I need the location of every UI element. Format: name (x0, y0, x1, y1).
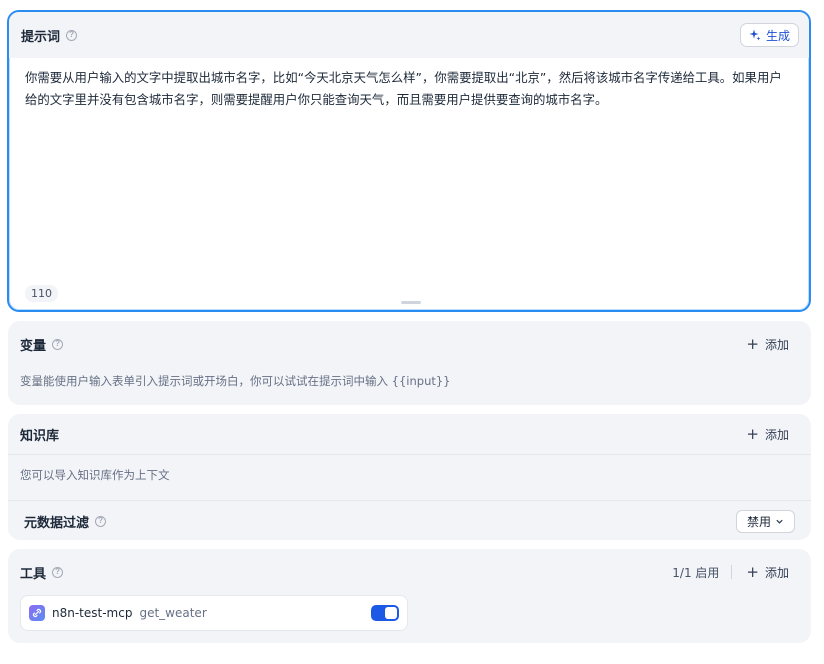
add-variable-label: 添加 (764, 337, 789, 352)
add-knowledge-button[interactable]: + 添加 (736, 422, 799, 447)
resize-handle[interactable] (401, 301, 421, 304)
tools-enabled-count: 1/1 启用 (672, 565, 720, 580)
tool-enable-toggle[interactable] (371, 605, 399, 621)
generate-label: 生成 (765, 28, 790, 43)
chevron-down-icon (776, 519, 783, 524)
tool-item[interactable]: n8n-test-mcp get_weater (20, 595, 408, 631)
tools-actions: 1/1 启用 + 添加 (672, 560, 799, 585)
add-tool-button[interactable]: + 添加 (736, 560, 799, 585)
knowledge-description: 您可以导入知识库作为上下文 (20, 468, 170, 482)
variables-title: 变量 (20, 338, 47, 354)
knowledge-header: 知识库 + 添加 (8, 414, 811, 454)
prompt-textarea[interactable]: 你需要从用户输入的文字中提取出城市名字，比如“今天北京天气怎么样”，你需要提取出… (9, 58, 809, 258)
variables-title-wrap: 变量 ? (20, 335, 64, 354)
toggle-knob (385, 607, 397, 619)
tool-function: get_weater (139, 606, 207, 620)
variables-section: 变量 ? + 添加 变量能使用户输入表单引入提示词或开场白，你可以试试在提示词中… (8, 321, 811, 405)
metadata-filter-value: 禁用 (746, 514, 771, 529)
separator (731, 565, 733, 579)
help-icon[interactable]: ? (66, 29, 78, 41)
tool-name: n8n-test-mcp (52, 606, 133, 620)
tools-title: 工具 (20, 566, 47, 582)
plus-icon: + (746, 562, 759, 581)
knowledge-title-wrap: 知识库 (20, 425, 59, 444)
variables-description: 变量能使用户输入表单引入提示词或开场白，你可以试试在提示词中输入 {{input… (20, 374, 451, 388)
metadata-filter-row: 元数据过滤 ? 禁用 (8, 501, 811, 541)
variables-header: 变量 ? + 添加 (8, 321, 811, 367)
prompt-header: 提示词 ? 生成 (9, 12, 809, 58)
tools-section: 工具 ? 1/1 启用 + 添加 n8n-test-mcp get_weater (8, 549, 811, 643)
tools-header: 工具 ? 1/1 启用 + 添加 (8, 549, 811, 595)
help-icon[interactable]: ? (95, 515, 107, 527)
add-knowledge-label: 添加 (764, 427, 789, 442)
prompt-title: 提示词 (21, 29, 61, 45)
knowledge-title: 知识库 (20, 428, 60, 444)
metadata-filter-select[interactable]: 禁用 (735, 509, 795, 533)
char-count: 110 (25, 285, 58, 302)
sparkle-icon (749, 29, 761, 41)
metadata-filter-title-wrap: 元数据过滤 ? (24, 512, 107, 531)
prompt-editor-card: 提示词 ? 生成 你需要从用户输入的文字中提取出城市名字，比如“今天北京天气怎么… (7, 10, 811, 312)
plus-icon: + (746, 424, 759, 443)
add-tool-label: 添加 (764, 565, 789, 580)
prompt-title-wrap: 提示词 ? (21, 26, 78, 45)
link-icon (29, 605, 45, 621)
tools-title-wrap: 工具 ? (20, 563, 64, 582)
help-icon[interactable]: ? (52, 338, 64, 350)
generate-button[interactable]: 生成 (739, 23, 799, 47)
metadata-filter-title: 元数据过滤 (24, 515, 90, 531)
add-variable-button[interactable]: + 添加 (736, 332, 799, 357)
knowledge-section: 知识库 + 添加 您可以导入知识库作为上下文 元数据过滤 ? 禁用 (8, 414, 811, 540)
help-icon[interactable]: ? (52, 566, 64, 578)
plus-icon: + (746, 334, 759, 353)
